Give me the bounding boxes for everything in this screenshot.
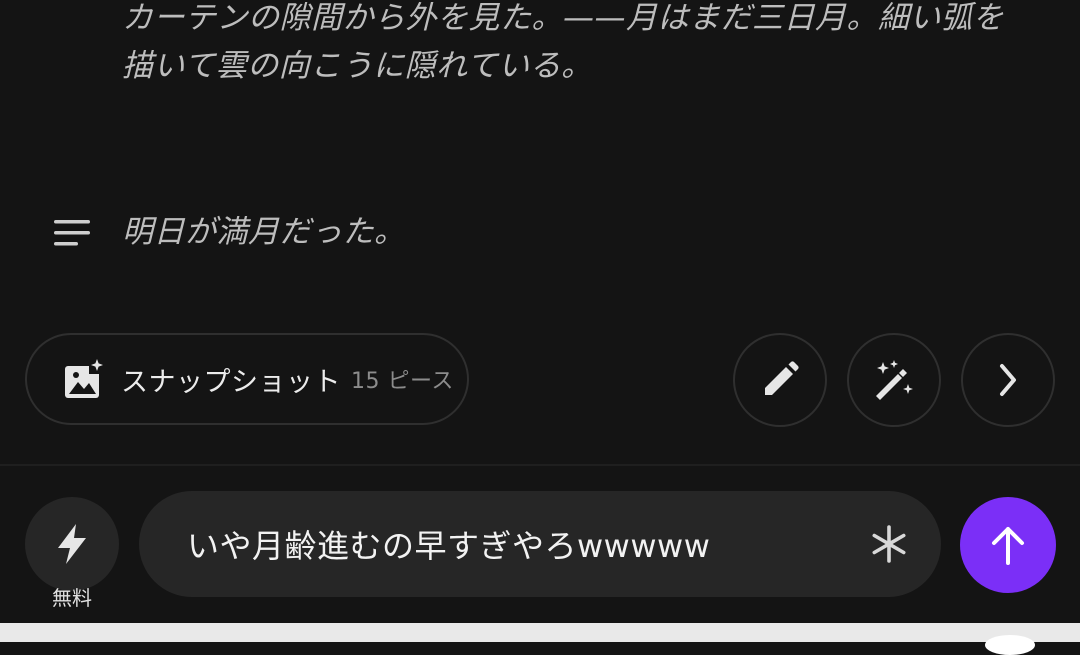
message-input[interactable]: いや月齢進むの早すぎやろwwwww bbox=[139, 491, 941, 597]
story-paragraph: 明日が満月だった。 bbox=[122, 214, 406, 250]
composer-divider bbox=[0, 464, 1080, 466]
arrow-up-icon bbox=[992, 527, 1024, 565]
story-content: カーテンの隙間から外を見た。——月はまだ三日月。細い弧を描いて雲の向こうに隠れて… bbox=[0, 0, 1080, 300]
chevron-right-icon bbox=[1000, 364, 1016, 396]
lines-icon bbox=[54, 220, 90, 246]
mode-label: 無料 bbox=[52, 586, 92, 610]
edit-button[interactable] bbox=[733, 333, 827, 427]
snapshot-label: スナップショット bbox=[121, 366, 341, 398]
story-paragraph: カーテンの隙間から外を見た。——月はまだ三日月。細い弧を描いて雲の向こうに隠れて… bbox=[122, 0, 1004, 84]
mode-button[interactable] bbox=[25, 497, 119, 591]
snapshot-count: 15 ピース bbox=[351, 369, 454, 394]
asterisk-button[interactable] bbox=[866, 521, 912, 567]
send-button[interactable] bbox=[960, 497, 1056, 593]
lightning-icon bbox=[58, 524, 86, 564]
pencil-icon bbox=[765, 361, 799, 395]
magic-wand-icon bbox=[876, 360, 913, 400]
bottom-sheet-edge bbox=[0, 623, 1080, 655]
next-button[interactable] bbox=[961, 333, 1055, 427]
image-sparkle-icon bbox=[65, 359, 103, 398]
sheet-handle[interactable] bbox=[985, 635, 1035, 655]
asterisk-icon bbox=[872, 525, 906, 563]
action-toolbar: スナップショット 15 ピース bbox=[0, 332, 1080, 428]
snapshot-button[interactable]: スナップショット 15 ピース bbox=[25, 333, 469, 425]
magic-wand-button[interactable] bbox=[847, 333, 941, 427]
message-input-value[interactable]: いや月齢進むの早すぎやろwwwww bbox=[187, 521, 710, 567]
